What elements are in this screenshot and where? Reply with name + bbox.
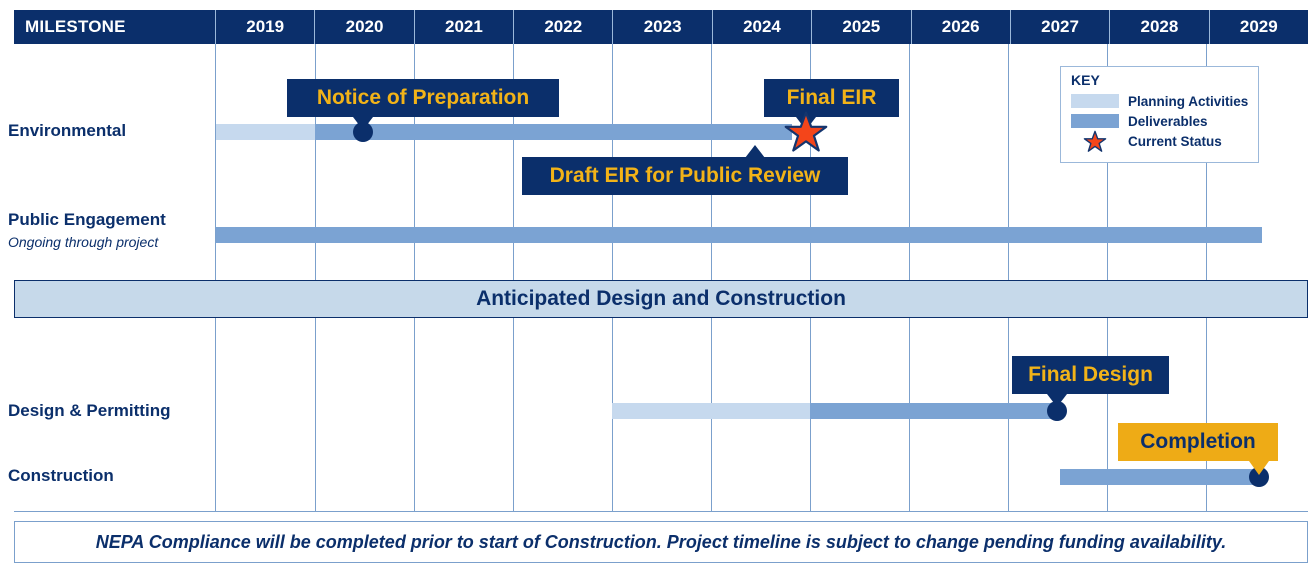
header-year-2029: 2029 [1239,17,1278,36]
header-year-2027: 2027 [1011,10,1111,44]
header-year-2023: 2023 [613,10,713,44]
legend-star-swatch [1071,130,1119,152]
row-label-environmental: Environmental [8,121,127,140]
legend-item-current-status: Current Status [1071,130,1258,152]
callout-notice-of-preparation: Notice of Preparation [287,79,559,117]
callout-final-design: Final Design [1012,356,1169,394]
bar-construction [1060,469,1262,485]
current-status-star-icon [784,111,828,152]
legend-label-current-status: Current Status [1128,133,1222,149]
gridline-2026 [909,44,910,511]
gridline-2024 [711,44,712,511]
legend-key-box: KEY Planning Activities Deliverables Cur… [1060,66,1259,163]
header-year-2025: 2025 [812,10,912,44]
callout-completion: Completion [1118,423,1278,461]
timeline-header-row: MILESTONE 2019 2020 2021 2022 2023 2024 … [14,10,1308,44]
bar-design-deliverable [810,403,1062,419]
callout-tail-notice-of-preparation [353,117,373,130]
medium-blue-swatch [1071,114,1119,128]
row-label-design-permitting: Design & Permitting [8,401,171,420]
light-blue-swatch [1071,94,1119,108]
row-label-public-engagement: Public Engagement [8,210,166,229]
gridline-2027 [1008,44,1009,511]
section-banner-design-construction: Anticipated Design and Construction [14,280,1308,318]
header-year-2026: 2026 [912,10,1011,44]
bar-public-engagement [216,227,1262,243]
row-label-construction: Construction [8,466,114,485]
legend-item-planning-activities: Planning Activities [1071,91,1258,111]
callout-tail-final-design [1047,394,1067,407]
header-year-2024: 2024 [713,10,813,44]
callout-draft-eir: Draft EIR for Public Review [522,157,848,195]
legend-label-deliverables: Deliverables [1128,113,1208,129]
row-sublabel-public-engagement: Ongoing through project [8,234,159,250]
header-year-2028: 2028 [1110,10,1210,44]
legend-item-deliverables: Deliverables [1071,111,1258,131]
gridline-milestone-edge [215,44,216,511]
header-milestone-label: MILESTONE [14,10,216,44]
legend-label-planning-activities: Planning Activities [1128,93,1249,109]
bar-environmental-planning [216,124,315,140]
header-year-2021: 2021 [415,10,515,44]
header-year-2019: 2019 [216,10,316,44]
footer-note: NEPA Compliance will be completed prior … [14,521,1308,563]
bar-environmental-deliverable [315,124,792,140]
bar-design-planning [612,403,810,419]
legend-title: KEY [1071,72,1100,88]
gridline-2023 [612,44,613,511]
star-icon [1083,130,1107,152]
callout-tail-completion [1249,461,1269,475]
header-year-2020: 2020 [315,10,415,44]
header-year-2022: 2022 [514,10,614,44]
project-timeline-chart: MILESTONE 2019 2020 2021 2022 2023 2024 … [0,0,1316,569]
